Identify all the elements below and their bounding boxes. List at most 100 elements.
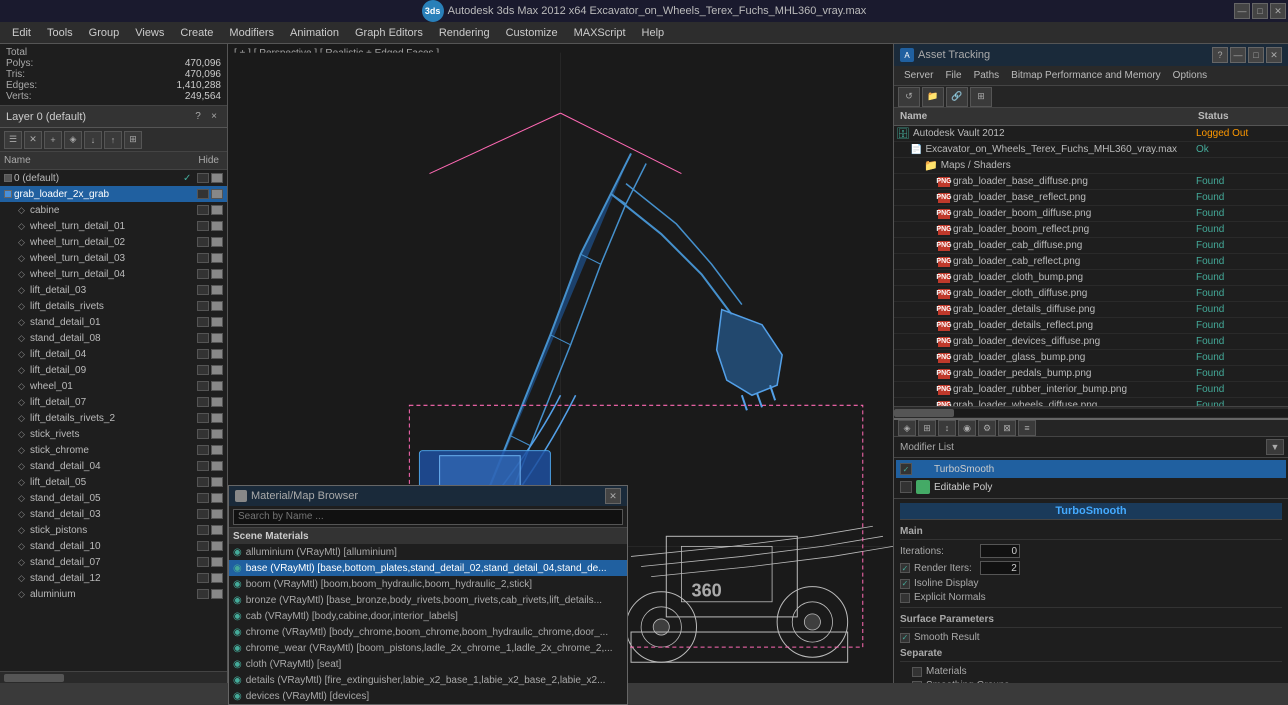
at-maximize-button[interactable]: □: [1248, 47, 1264, 63]
layer-render-box[interactable]: [211, 365, 223, 375]
iterations-input[interactable]: [980, 544, 1020, 558]
at-menu-file[interactable]: File: [939, 69, 967, 82]
at-menu-paths[interactable]: Paths: [968, 69, 1006, 82]
isoline-checkbox[interactable]: ✓: [900, 579, 910, 589]
layer-render-box[interactable]: [211, 333, 223, 343]
layer-item-stick_rivets[interactable]: ◇stick_rivets: [0, 426, 227, 442]
layer-item-lift_03[interactable]: ◇lift_detail_03: [0, 282, 227, 298]
explicit-checkbox[interactable]: [900, 593, 910, 603]
layer-vis-box[interactable]: [197, 477, 209, 487]
menu-item-create[interactable]: Create: [172, 25, 221, 41]
layer-render-box[interactable]: [211, 397, 223, 407]
modifier-dropdown-button[interactable]: ▼: [1266, 439, 1284, 455]
layer-item-stand_03[interactable]: ◇stand_detail_03: [0, 506, 227, 522]
layer-add-button[interactable]: +: [44, 131, 62, 149]
layer-item-stand_05[interactable]: ◇stand_detail_05: [0, 490, 227, 506]
menu-item-animation[interactable]: Animation: [282, 25, 347, 41]
layer-vis-box[interactable]: [197, 445, 209, 455]
at-row-f2[interactable]: PNG grab_loader_base_reflect.png Found: [894, 190, 1288, 206]
at-menu-options[interactable]: Options: [1167, 69, 1213, 82]
ep-checkbox[interactable]: [900, 481, 912, 493]
layer-render-box[interactable]: [211, 237, 223, 247]
layer-render-box[interactable]: [211, 525, 223, 535]
at-row-f13[interactable]: PNG grab_loader_pedals_bump.png Found: [894, 366, 1288, 382]
ts-checkbox[interactable]: ✓: [900, 463, 912, 475]
at-row-f14[interactable]: PNG grab_loader_rubber_interior_bump.png…: [894, 382, 1288, 398]
layer-vis-box[interactable]: [197, 205, 209, 215]
smoothing-checkbox[interactable]: [912, 681, 922, 684]
at-resolve-button[interactable]: 🔗: [946, 87, 968, 107]
mp-icon-6[interactable]: ⊠: [998, 420, 1016, 436]
layer-vis-box[interactable]: [197, 589, 209, 599]
menu-item-views[interactable]: Views: [127, 25, 172, 41]
layer-vis-box[interactable]: [197, 413, 209, 423]
layer-item-aluminium[interactable]: ◇aluminium: [0, 586, 227, 602]
minimize-button[interactable]: —: [1234, 3, 1250, 19]
at-close-button[interactable]: ✕: [1266, 47, 1282, 63]
layer-item-stand_07[interactable]: ◇stand_detail_07: [0, 554, 227, 570]
layer-item-lift_04[interactable]: ◇lift_detail_04: [0, 346, 227, 362]
layer-render-box[interactable]: [211, 493, 223, 503]
menu-item-rendering[interactable]: Rendering: [431, 25, 498, 41]
mb-item[interactable]: ◉cloth (VRayMtl) [seat]: [229, 656, 627, 672]
layer-vis-box[interactable]: [197, 317, 209, 327]
layer-item-lift_07[interactable]: ◇lift_detail_07: [0, 394, 227, 410]
at-row-f9[interactable]: PNG grab_loader_details_diffuse.png Foun…: [894, 302, 1288, 318]
layer-vis-box[interactable]: [197, 189, 209, 199]
menu-item-group[interactable]: Group: [81, 25, 128, 41]
menu-item-modifiers[interactable]: Modifiers: [221, 25, 282, 41]
layer-item-default[interactable]: 0 (default)✓: [0, 170, 227, 186]
modifier-turbosmooth[interactable]: ✓ TurboSmooth: [896, 460, 1286, 478]
layers-help-button[interactable]: ?: [191, 110, 205, 124]
layer-vis-box[interactable]: [197, 573, 209, 583]
layer-item-stand_04[interactable]: ◇stand_detail_04: [0, 458, 227, 474]
layer-render-box[interactable]: [211, 205, 223, 215]
layer-item-wheel_turn_03[interactable]: ◇wheel_turn_detail_03: [0, 250, 227, 266]
layer-delete-button[interactable]: ✕: [24, 131, 42, 149]
at-row-f4[interactable]: PNG grab_loader_boom_reflect.png Found: [894, 222, 1288, 238]
menu-item-help[interactable]: Help: [634, 25, 673, 41]
mb-item[interactable]: ◉details (VRayMtl) [fire_extinguisher,la…: [229, 672, 627, 688]
mp-icon-1[interactable]: ◈: [898, 420, 916, 436]
at-grid-button[interactable]: ⊞: [970, 87, 992, 107]
layers-hscroll[interactable]: [0, 671, 227, 683]
layer-vis-box[interactable]: [197, 509, 209, 519]
layer-item-grab_loader[interactable]: grab_loader_2x_grab: [0, 186, 227, 202]
layer-render-box[interactable]: [211, 509, 223, 519]
modifier-editable-poly[interactable]: Editable Poly: [896, 478, 1286, 496]
mb-item[interactable]: ◉devices (VRayMtl) [devices]: [229, 688, 627, 704]
layer-render-box[interactable]: [211, 557, 223, 567]
mb-item[interactable]: ◉alluminium (VRayMtl) [alluminium]: [229, 544, 627, 560]
layer-select-button[interactable]: ◈: [64, 131, 82, 149]
layer-item-stand_10[interactable]: ◇stand_detail_10: [0, 538, 227, 554]
at-row-f11[interactable]: PNG grab_loader_devices_diffuse.png Foun…: [894, 334, 1288, 350]
mp-icon-4[interactable]: ◉: [958, 420, 976, 436]
layer-render-box[interactable]: [211, 269, 223, 279]
mb-item[interactable]: ◉bronze (VRayMtl) [base_bronze,body_rive…: [229, 592, 627, 608]
menu-item-customize[interactable]: Customize: [498, 25, 566, 41]
at-row-vault[interactable]: 🗄 Autodesk Vault 2012 Logged Out: [894, 126, 1288, 142]
at-row-f3[interactable]: PNG grab_loader_boom_diffuse.png Found: [894, 206, 1288, 222]
layer-render-box[interactable]: [211, 317, 223, 327]
layer-expand-button[interactable]: ⊞: [124, 131, 142, 149]
mb-item[interactable]: ◉boom (VRayMtl) [boom,boom_hydraulic,boo…: [229, 576, 627, 592]
layer-render-box[interactable]: [211, 285, 223, 295]
layer-vis-box[interactable]: [197, 365, 209, 375]
mb-search-input[interactable]: [233, 509, 623, 525]
layer-item-lift_rivets[interactable]: ◇lift_details_rivets: [0, 298, 227, 314]
at-browse-button[interactable]: 📁: [922, 87, 944, 107]
layer-render-box[interactable]: [211, 221, 223, 231]
layer-vis-box[interactable]: [197, 461, 209, 471]
layer-render-box[interactable]: [211, 413, 223, 423]
mp-icon-7[interactable]: ≡: [1018, 420, 1036, 436]
layer-item-lift_09[interactable]: ◇lift_detail_09: [0, 362, 227, 378]
layer-render-box[interactable]: [211, 541, 223, 551]
layer-item-stick_pistons[interactable]: ◇stick_pistons: [0, 522, 227, 538]
layer-up-button[interactable]: ↑: [104, 131, 122, 149]
at-menu-server[interactable]: Server: [898, 69, 939, 82]
maximize-button[interactable]: □: [1252, 3, 1268, 19]
layer-vis-box[interactable]: [197, 397, 209, 407]
layer-render-box[interactable]: [211, 253, 223, 263]
layer-vis-box[interactable]: [197, 333, 209, 343]
mb-item[interactable]: ◉cab (VRayMtl) [body,cabine,door,interio…: [229, 608, 627, 624]
